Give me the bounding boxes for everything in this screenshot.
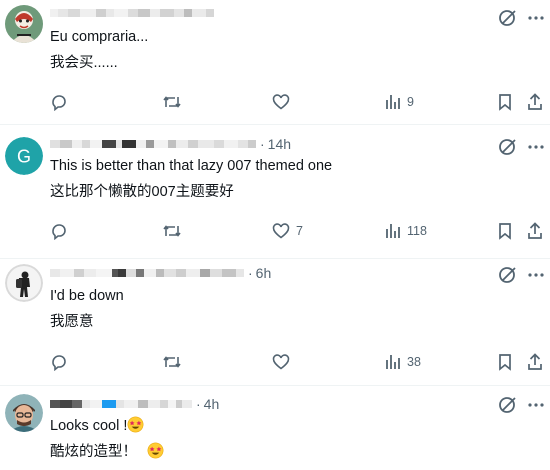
repost-button[interactable] <box>162 220 188 242</box>
action-bar: 9 <box>0 91 550 113</box>
like-button[interactable]: 7 <box>272 220 303 242</box>
like-icon <box>272 354 290 370</box>
like-count: 7 <box>296 224 303 238</box>
avatar[interactable] <box>5 394 43 432</box>
share-icon <box>528 353 542 370</box>
views-button[interactable]: 38 <box>385 351 421 373</box>
more-icon[interactable] <box>526 395 546 415</box>
views-button[interactable]: 9 <box>385 91 414 113</box>
blurred-username <box>50 399 192 409</box>
reply-button[interactable] <box>50 351 74 373</box>
like-icon <box>272 94 290 110</box>
repost-icon <box>163 356 181 368</box>
post-text-original: This is better than that lazy 007 themed… <box>50 158 333 174</box>
post-header: · 6h <box>50 263 271 283</box>
blurred-username <box>50 8 214 18</box>
view-count: 9 <box>407 95 414 109</box>
avatar[interactable] <box>5 264 43 302</box>
view-count: 38 <box>407 355 421 369</box>
repost-icon <box>163 225 181 237</box>
views-icon <box>386 355 400 369</box>
post-4[interactable]: · 4h Looks cool ! 酷炫的造型！ <box>0 386 550 470</box>
post-text-translation: 这比那个懒散的007主题要好 <box>50 184 234 200</box>
avatar-letter: G <box>17 147 31 167</box>
share-button[interactable] <box>527 351 543 373</box>
avatar-image: G <box>5 137 43 175</box>
post-time[interactable]: 6h <box>256 265 272 281</box>
view-count: 118 <box>407 224 427 238</box>
post-2[interactable]: G · 14h This is better than that lazy 00… <box>0 125 550 258</box>
repost-button[interactable] <box>162 91 188 113</box>
avatar-image <box>5 5 43 43</box>
separator-dot: · <box>248 265 253 281</box>
reply-button[interactable] <box>50 220 74 242</box>
blurred-username <box>50 268 244 278</box>
post-1[interactable]: Eu compraria... 我会买...... 9 <box>0 0 550 124</box>
post-text-translation: 我愿意 <box>50 314 94 330</box>
reply-icon <box>52 355 66 371</box>
bookmark-icon <box>499 94 511 111</box>
post-text-original: I'd be down <box>50 288 124 304</box>
share-icon <box>528 222 542 239</box>
separator-dot: · <box>196 396 201 412</box>
bookmark-button[interactable] <box>497 91 513 113</box>
avatar-image <box>5 394 43 432</box>
avatar[interactable] <box>5 5 43 43</box>
post-text-translation: 酷炫的造型！ <box>50 442 164 462</box>
post-text-original-words: Looks cool ! <box>50 418 128 434</box>
more-icon[interactable] <box>526 137 546 157</box>
bookmark-icon <box>499 354 511 371</box>
grok-icon[interactable] <box>497 394 519 416</box>
post-time[interactable]: 4h <box>204 396 220 412</box>
reply-icon <box>52 224 66 240</box>
post-time[interactable]: 14h <box>268 136 291 152</box>
like-icon <box>272 223 290 239</box>
repost-icon <box>163 96 181 108</box>
action-bar: 7 118 <box>0 220 550 242</box>
repost-button[interactable] <box>162 351 188 373</box>
bookmark-icon <box>499 223 511 240</box>
post-text-original: Looks cool ! <box>50 416 144 436</box>
reply-feed: Eu compraria... 我会买...... 9 G · 14h This… <box>0 0 550 470</box>
views-icon <box>386 224 400 238</box>
action-bar: 38 <box>0 351 550 373</box>
bookmark-button[interactable] <box>497 351 513 373</box>
reply-icon <box>52 95 66 111</box>
more-icon[interactable] <box>526 8 546 28</box>
more-icon[interactable] <box>526 265 546 285</box>
reply-button[interactable] <box>50 91 74 113</box>
grok-icon[interactable] <box>497 136 519 158</box>
share-button[interactable] <box>527 91 543 113</box>
avatar[interactable]: G <box>5 137 43 175</box>
views-icon <box>386 95 400 109</box>
star-struck-emoji <box>147 442 164 459</box>
like-button[interactable] <box>272 351 296 373</box>
share-button[interactable] <box>527 220 543 242</box>
post-header: · 4h <box>50 394 219 414</box>
post-text-original: Eu compraria... <box>50 29 149 45</box>
share-icon <box>528 93 542 110</box>
separator-dot: · <box>260 136 265 152</box>
like-button[interactable] <box>272 91 296 113</box>
bookmark-button[interactable] <box>497 220 513 242</box>
grok-icon[interactable] <box>497 264 519 286</box>
post-text-translation-words: 酷炫的造型！ <box>50 444 137 460</box>
blurred-username <box>50 139 256 149</box>
post-header: · 14h <box>50 134 291 154</box>
post-header <box>50 3 214 23</box>
avatar-image <box>5 264 43 302</box>
post-text-translation: 我会买...... <box>50 55 118 71</box>
views-button[interactable]: 118 <box>385 220 427 242</box>
star-struck-emoji <box>127 416 144 433</box>
post-3[interactable]: · 6h I'd be down 我愿意 38 <box>0 259 550 385</box>
grok-icon[interactable] <box>497 7 519 29</box>
